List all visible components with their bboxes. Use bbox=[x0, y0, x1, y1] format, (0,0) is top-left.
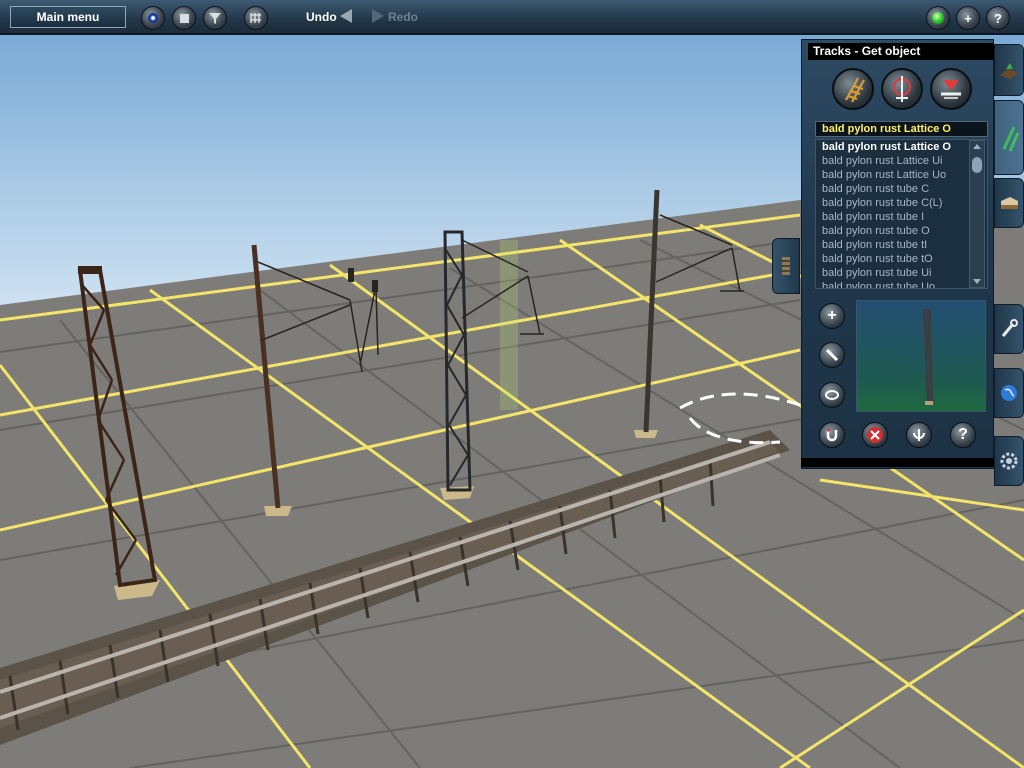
object-list-scrollbar[interactable] bbox=[969, 140, 985, 288]
tab-settings[interactable] bbox=[994, 436, 1024, 486]
terrain-icon bbox=[1000, 63, 1018, 79]
tab-world[interactable] bbox=[994, 368, 1024, 418]
track-object-icon[interactable] bbox=[832, 68, 874, 110]
green-light-icon[interactable] bbox=[926, 6, 950, 30]
filter-icon[interactable] bbox=[203, 6, 227, 30]
tab-tools[interactable] bbox=[994, 304, 1024, 354]
main-menu-button[interactable]: Main menu bbox=[10, 6, 126, 28]
globe-icon bbox=[1001, 385, 1017, 401]
pylon-preview-image bbox=[923, 309, 933, 405]
undo-button[interactable]: Undo bbox=[306, 10, 337, 24]
panel-status-strip bbox=[801, 458, 994, 467]
list-item[interactable]: bald pylon rust tube C(L) bbox=[816, 196, 987, 210]
panel-collapse-tab[interactable] bbox=[772, 238, 800, 294]
wrench-link-icon[interactable] bbox=[819, 342, 845, 368]
add-icon[interactable]: + bbox=[819, 303, 845, 329]
list-item[interactable]: bald pylon rust tube Ui bbox=[816, 266, 987, 280]
selected-object-label: bald pylon rust Lattice O bbox=[815, 121, 988, 137]
building-icon bbox=[1001, 197, 1018, 209]
object-preview bbox=[856, 300, 986, 412]
delete-icon[interactable] bbox=[862, 422, 888, 448]
undo-arrow-icon[interactable] bbox=[340, 9, 352, 23]
top-toolbar: Main menu Undo Redo + ? bbox=[0, 0, 1024, 35]
tracks-icon bbox=[1002, 125, 1020, 152]
list-item[interactable]: bald pylon rust Lattice Ui bbox=[816, 154, 987, 168]
help-icon[interactable]: ? bbox=[950, 422, 976, 448]
object-list[interactable]: bald pylon rust Lattice O bald pylon rus… bbox=[815, 139, 988, 289]
plus-icon[interactable]: + bbox=[956, 6, 980, 30]
list-item[interactable]: bald pylon rust tube I bbox=[816, 210, 987, 224]
list-item[interactable]: bald pylon rust Lattice O bbox=[816, 140, 987, 154]
redo-arrow-icon bbox=[372, 9, 384, 23]
gear-icon bbox=[1000, 452, 1018, 470]
stop-icon[interactable] bbox=[172, 6, 196, 30]
scroll-up-icon[interactable] bbox=[973, 144, 981, 149]
question-icon[interactable]: ? bbox=[986, 6, 1010, 30]
wrench-icon bbox=[1001, 319, 1018, 337]
list-item[interactable]: bald pylon rust tube Uo bbox=[816, 280, 987, 288]
lower-icon[interactable] bbox=[930, 68, 972, 110]
magnet-icon[interactable] bbox=[819, 422, 845, 448]
panel-title: Tracks - Get object bbox=[808, 43, 994, 60]
rotate-icon[interactable] bbox=[819, 382, 845, 408]
tab-tracks[interactable] bbox=[994, 100, 1024, 175]
list-item[interactable]: bald pylon rust tube tI bbox=[816, 238, 987, 252]
track-segment-icon bbox=[782, 257, 790, 275]
list-item[interactable]: bald pylon rust tube C bbox=[816, 182, 987, 196]
list-item[interactable]: bald pylon rust Lattice Uo bbox=[816, 168, 987, 182]
tab-objects[interactable] bbox=[994, 178, 1024, 228]
eye-icon[interactable] bbox=[141, 6, 165, 30]
tab-terrain[interactable] bbox=[994, 44, 1024, 96]
scroll-down-icon[interactable] bbox=[973, 279, 981, 284]
scroll-thumb[interactable] bbox=[972, 157, 982, 173]
list-item[interactable]: bald pylon rust tube tO bbox=[816, 252, 987, 266]
redo-button: Redo bbox=[388, 10, 418, 24]
grid-icon[interactable] bbox=[244, 6, 268, 30]
height-icon[interactable] bbox=[906, 422, 932, 448]
get-object-icon[interactable] bbox=[881, 68, 923, 110]
list-item[interactable]: bald pylon rust tube O bbox=[816, 224, 987, 238]
